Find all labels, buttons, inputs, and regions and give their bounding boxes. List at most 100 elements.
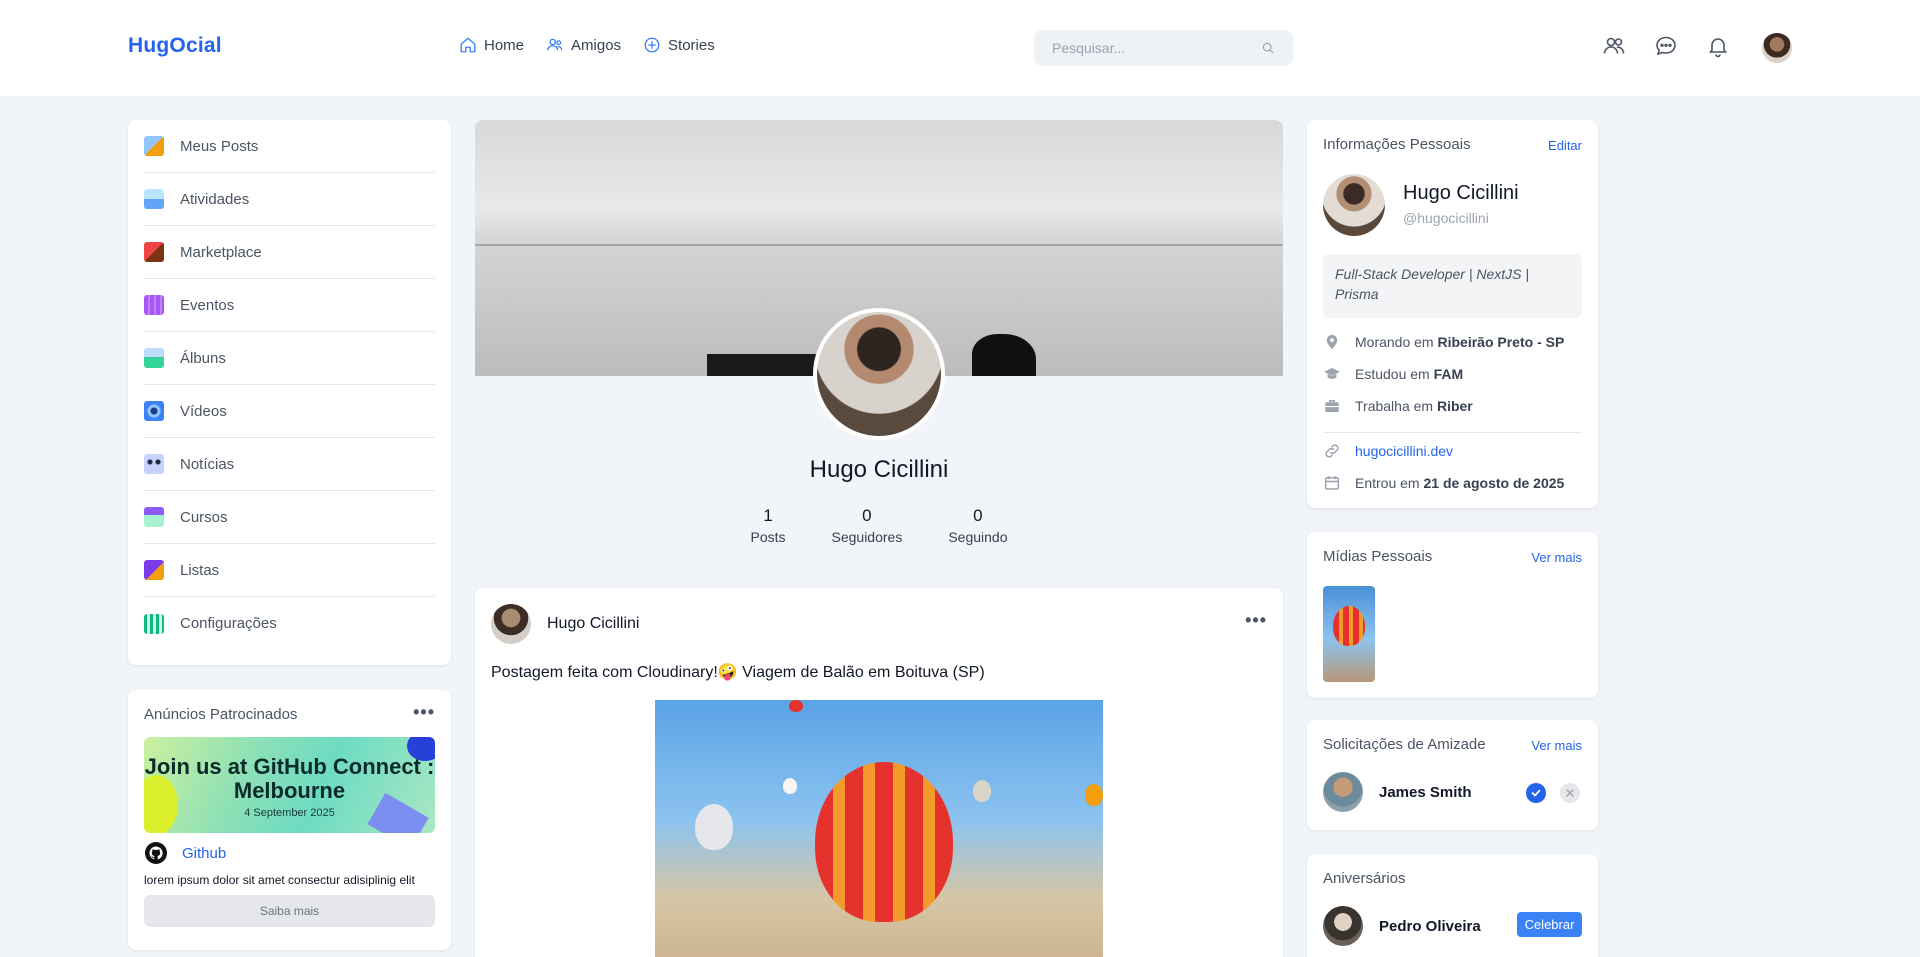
ad-banner-date: 4 September 2025 bbox=[244, 807, 335, 819]
friend-requests-see-more-link[interactable]: Ver mais bbox=[1531, 738, 1582, 753]
reject-request-button[interactable] bbox=[1560, 783, 1580, 803]
learn-more-button[interactable]: Saiba mais bbox=[144, 895, 435, 927]
edit-link[interactable]: Editar bbox=[1548, 138, 1582, 153]
ad-link[interactable]: Github bbox=[182, 845, 226, 862]
posts-icon bbox=[144, 136, 164, 156]
sidebar-item-label: Marketplace bbox=[180, 243, 262, 261]
user-avatar[interactable] bbox=[1762, 33, 1792, 63]
sidebar-item-atividades[interactable]: Atividades bbox=[144, 173, 435, 226]
video-icon bbox=[144, 401, 164, 421]
info-avatar bbox=[1323, 174, 1385, 236]
profile-avatar[interactable] bbox=[813, 308, 945, 440]
profile-stats: 1 Posts 0 Seguidores 0 Seguindo bbox=[475, 506, 1283, 545]
check-icon bbox=[1531, 789, 1541, 797]
friends-icon bbox=[547, 38, 563, 51]
friend-requests-card: Solicitações de Amizade Ver mais James S… bbox=[1307, 720, 1598, 830]
close-icon bbox=[1566, 789, 1574, 797]
stat-followers[interactable]: 0 Seguidores bbox=[832, 506, 903, 545]
courses-icon bbox=[144, 507, 164, 527]
accept-request-button[interactable] bbox=[1526, 783, 1546, 803]
media-thumbnail[interactable] bbox=[1323, 586, 1375, 682]
stat-label: Seguindo bbox=[948, 529, 1008, 545]
sidebar-item-listas[interactable]: Listas bbox=[144, 544, 435, 597]
sidebar-item-label: Cursos bbox=[180, 508, 228, 526]
celebrate-button[interactable]: Celebrar bbox=[1517, 912, 1582, 937]
post-author-avatar[interactable] bbox=[491, 604, 531, 644]
sidebar-item-label: Configurações bbox=[180, 615, 277, 632]
info-website: hugocicillini.dev bbox=[1323, 442, 1453, 460]
nav-friends-label: Amigos bbox=[571, 36, 622, 54]
study-value: FAM bbox=[1433, 366, 1464, 382]
sidebar-item-configuracoes[interactable]: Configurações bbox=[144, 597, 435, 650]
birthday-name[interactable]: Pedro Oliveira bbox=[1379, 918, 1481, 935]
header-actions bbox=[1602, 34, 1730, 58]
calendar-icon bbox=[1324, 476, 1340, 490]
post-text: Postagem feita com Cloudinary!🤪 Viagem d… bbox=[491, 664, 985, 681]
stat-posts[interactable]: 1 Posts bbox=[750, 506, 785, 545]
more-options-icon[interactable]: ••• bbox=[413, 702, 435, 723]
sidebar-item-albuns[interactable]: Álbuns bbox=[144, 332, 435, 385]
nav-home-label: Home bbox=[484, 36, 525, 54]
joined-prefix: Entrou em bbox=[1355, 475, 1420, 491]
home-icon bbox=[460, 37, 476, 53]
joined-value: 21 de agosto de 2025 bbox=[1423, 475, 1565, 491]
stat-following[interactable]: 0 Seguindo bbox=[948, 506, 1007, 545]
location-prefix: Morando em bbox=[1355, 334, 1434, 350]
sidebar-item-label: Vídeos bbox=[180, 402, 227, 420]
sidebar-item-label: Notícias bbox=[180, 455, 235, 473]
post-image[interactable] bbox=[655, 700, 1103, 957]
post-author-name[interactable]: Hugo Cicillini bbox=[547, 615, 639, 633]
sidebar-menu: Meus Posts Atividades Marketplace Evento… bbox=[128, 120, 451, 665]
sidebar-item-eventos[interactable]: Eventos bbox=[144, 279, 435, 332]
media-see-more-link[interactable]: Ver mais bbox=[1531, 550, 1582, 565]
profile-name: Hugo Cicillini bbox=[809, 456, 949, 483]
friend-request-name[interactable]: James Smith bbox=[1379, 784, 1472, 801]
github-icon bbox=[145, 842, 167, 864]
birthdays-card: Aniversários Pedro Oliveira Celebrar bbox=[1307, 854, 1598, 957]
info-title: Informações Pessoais bbox=[1323, 136, 1471, 153]
app-logo[interactable]: HugOcial bbox=[128, 34, 222, 58]
search-input[interactable] bbox=[1052, 40, 1261, 56]
sidebar-item-label: Atividades bbox=[180, 190, 250, 208]
search-bar bbox=[1034, 30, 1293, 66]
work-value: Riber bbox=[1436, 398, 1473, 414]
sidebar-item-cursos[interactable]: Cursos bbox=[144, 491, 435, 544]
marketplace-icon bbox=[144, 242, 164, 262]
stat-label: Seguidores bbox=[831, 529, 903, 545]
sidebar-item-label: Eventos bbox=[180, 296, 235, 314]
people-icon[interactable] bbox=[1602, 34, 1626, 58]
sidebar-item-meus-posts[interactable]: Meus Posts bbox=[144, 120, 435, 173]
profile-header: Hugo Cicillini 1 Posts 0 Seguidores 0 Se… bbox=[475, 120, 1283, 560]
sidebar-item-noticias[interactable]: Notícias bbox=[144, 438, 435, 491]
graduation-cap-icon bbox=[1324, 368, 1340, 379]
post-card: Hugo Cicillini ••• Postagem feita com Cl… bbox=[475, 588, 1283, 957]
nav-friends[interactable]: Amigos bbox=[546, 36, 621, 54]
sidebar-item-marketplace[interactable]: Marketplace bbox=[144, 226, 435, 279]
top-navbar: HugOcial Home Amigos Stories bbox=[0, 0, 1920, 96]
news-icon bbox=[144, 454, 164, 474]
nav-stories[interactable]: Stories bbox=[643, 36, 715, 54]
chat-icon[interactable] bbox=[1654, 34, 1678, 58]
stat-value: 0 bbox=[862, 506, 872, 525]
settings-icon bbox=[144, 613, 164, 634]
stat-value: 0 bbox=[973, 506, 983, 525]
sidebar-item-label: Álbuns bbox=[180, 349, 226, 367]
main-nav: Home Amigos Stories bbox=[459, 36, 715, 54]
stat-label: Posts bbox=[750, 529, 786, 545]
post-options-icon[interactable]: ••• bbox=[1245, 610, 1267, 631]
info-work: Trabalha em Riber bbox=[1323, 397, 1473, 415]
website-link[interactable]: hugocicillini.dev bbox=[1355, 443, 1453, 459]
ad-banner[interactable]: Join us at GitHub Connect : Melbourne 4 … bbox=[144, 737, 435, 833]
briefcase-icon bbox=[1325, 400, 1339, 412]
birthday-avatar[interactable] bbox=[1323, 906, 1363, 946]
search-icon[interactable] bbox=[1261, 41, 1275, 55]
info-name: Hugo Cicillini bbox=[1403, 182, 1519, 204]
calendar-icon bbox=[144, 295, 164, 315]
birthdays-title: Aniversários bbox=[1323, 870, 1406, 887]
friend-request-avatar[interactable] bbox=[1323, 772, 1363, 812]
sidebar-item-videos[interactable]: Vídeos bbox=[144, 385, 435, 438]
ad-banner-title: Join us at GitHub Connect : Melbourne bbox=[144, 754, 435, 803]
bell-icon[interactable] bbox=[1706, 34, 1730, 58]
nav-home[interactable]: Home bbox=[459, 36, 524, 54]
location-value: Ribeirão Preto - SP bbox=[1437, 334, 1565, 350]
